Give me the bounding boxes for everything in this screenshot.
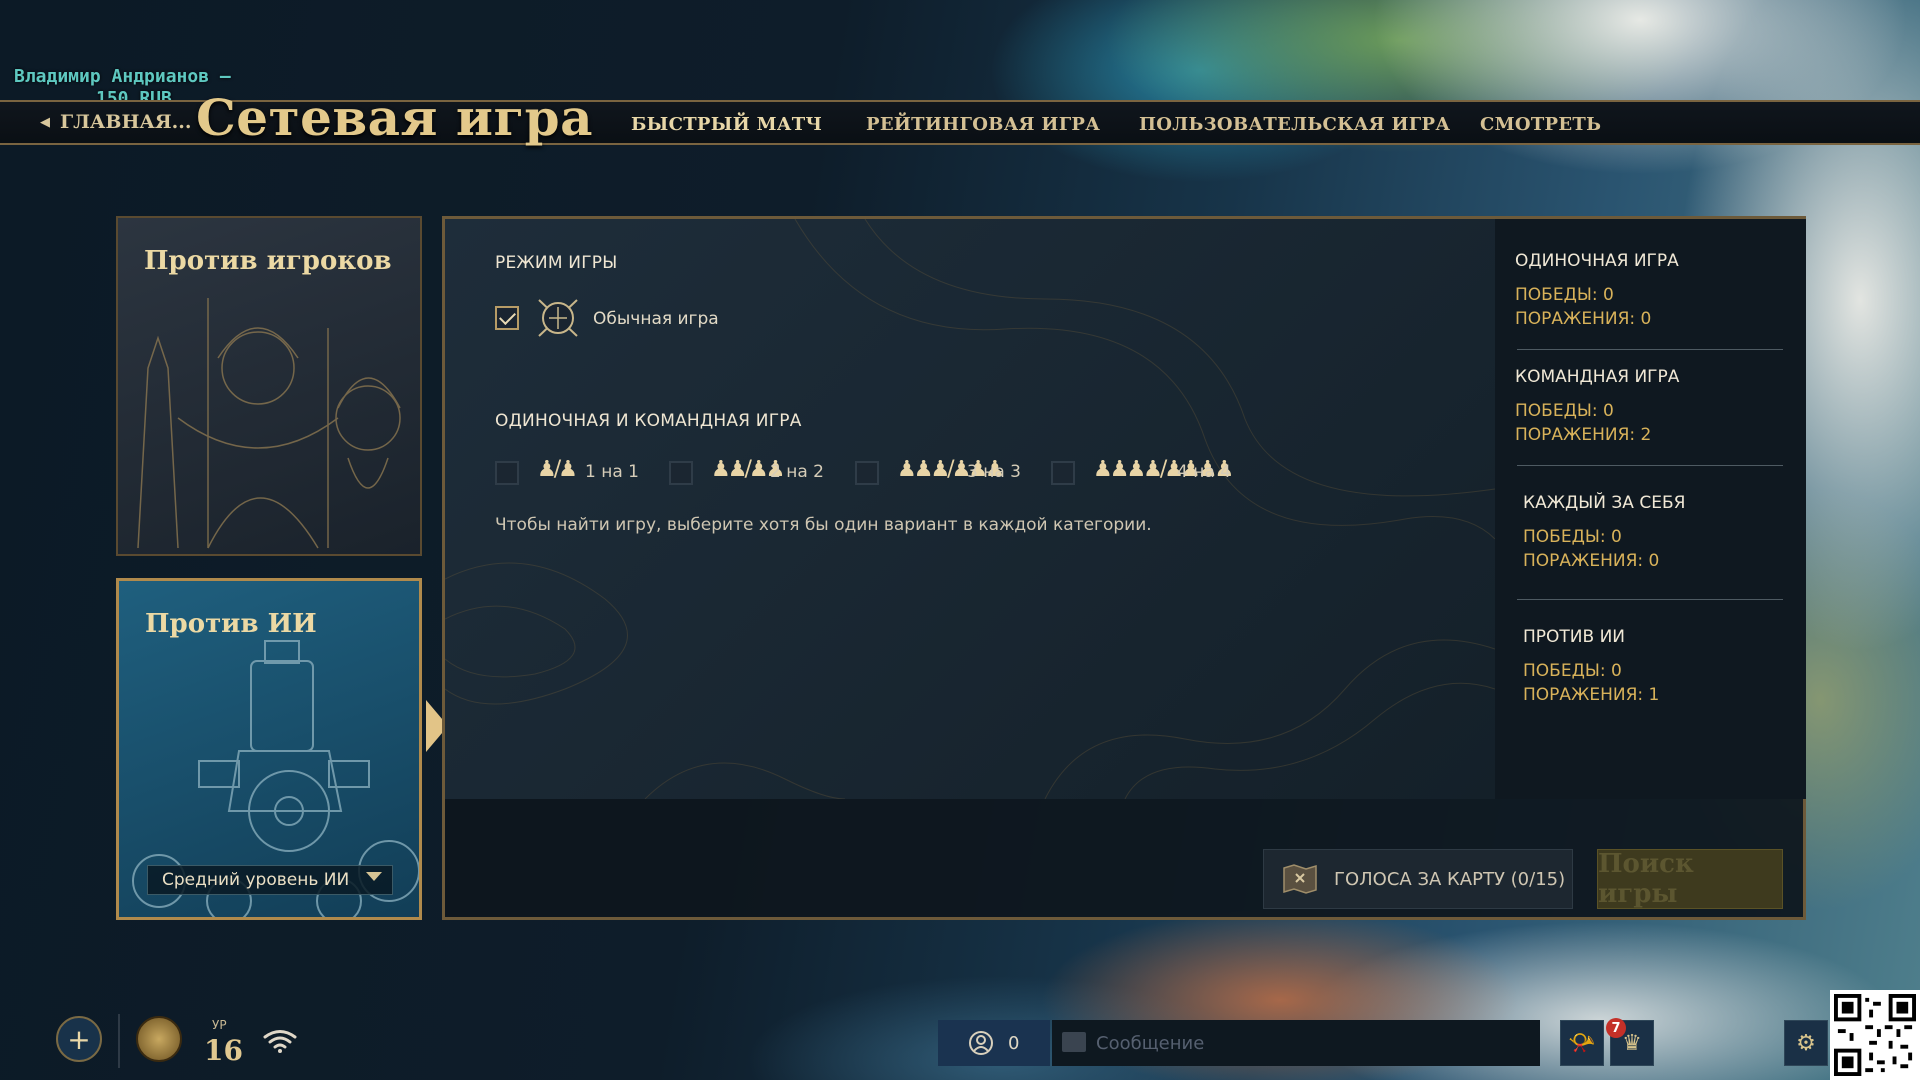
tab-custom[interactable]: ПОЛЬЗОВАТЕЛЬСКАЯ ИГРА	[1139, 114, 1450, 135]
stat-heading: ОДИНОЧНАЯ ИГРА	[1515, 251, 1679, 271]
level-label: УР	[212, 1018, 227, 1032]
3v3-label: 3 на 3	[967, 462, 1021, 482]
chat-icon	[1062, 1032, 1086, 1052]
vs-players-card[interactable]: Против игроков	[116, 216, 422, 556]
game-mode-heading: РЕЖИМ ИГРЫ	[495, 253, 618, 273]
divider	[1517, 349, 1783, 350]
tab-watch[interactable]: СМОТРЕТЬ	[1480, 114, 1601, 135]
4v4-label: 4 на 4	[1177, 462, 1231, 482]
divider	[118, 1014, 120, 1068]
divider	[1517, 465, 1783, 466]
team-size-heading: ОДИНОЧНАЯ И КОМАНДНАЯ ИГРА	[495, 411, 802, 431]
donor-name: Владимир Андрианов –	[14, 66, 231, 87]
stat-wins: ПОБЕДЫ: 0	[1523, 527, 1622, 547]
message-placeholder: Сообщение	[1096, 1032, 1205, 1054]
page-title: Сетевая игра	[196, 88, 593, 147]
back-arrow-icon: ◀	[40, 114, 50, 130]
back-button[interactable]: ◀ ГЛАВНАЯ...	[40, 111, 191, 133]
stat-heading: КАЖДЫЙ ЗА СЕБЯ	[1523, 493, 1686, 513]
divider	[1517, 599, 1783, 600]
stat-losses: ПОРАЖЕНИЯ: 0	[1523, 551, 1660, 571]
3v3-checkbox[interactable]	[855, 461, 879, 485]
1v1-checkbox[interactable]	[495, 461, 519, 485]
back-label: ГЛАВНАЯ...	[60, 111, 192, 133]
qr-code	[1830, 990, 1920, 1080]
notification-badge: 7	[1606, 1018, 1626, 1038]
vs-players-title: Против игроков	[144, 246, 392, 276]
action-bar: ГОЛОСА ЗА КАРТУ (0/15) Поиск игры	[445, 799, 1803, 917]
horn-icon: 📯	[1568, 1030, 1596, 1056]
stat-wins: ПОБЕДЫ: 0	[1515, 285, 1614, 305]
stat-losses: ПОРАЖЕНИЯ: 0	[1515, 309, 1652, 329]
friends-count: 0	[1008, 1032, 1020, 1054]
map-vote-button[interactable]: ГОЛОСА ЗА КАРТУ (0/15)	[1263, 849, 1573, 909]
settings-button[interactable]: ⚙	[1784, 1020, 1828, 1066]
map-vote-label: ГОЛОСА ЗА КАРТУ (0/15)	[1334, 868, 1566, 890]
stat-wins: ПОБЕДЫ: 0	[1515, 401, 1614, 421]
vs-ai-card[interactable]: Против ИИ Средний уровень ИИ	[116, 578, 422, 920]
1v1-label: 1 на 1	[585, 462, 639, 482]
friends-icon	[969, 1031, 993, 1055]
stat-heading: КОМАНДНАЯ ИГРА	[1515, 367, 1680, 387]
message-input[interactable]: Сообщение	[1052, 1020, 1540, 1066]
match-settings: РЕЖИМ ИГРЫ Обычная игра ОДИНОЧНАЯ И КОМА…	[445, 219, 1495, 799]
normal-game-label: Обычная игра	[593, 309, 719, 329]
4v4-checkbox[interactable]	[1051, 461, 1075, 485]
normal-game-checkbox[interactable]	[495, 306, 519, 330]
selection-hint: Чтобы найти игру, выберите хотя бы один …	[495, 515, 1152, 535]
horn-button[interactable]: 📯	[1560, 1020, 1604, 1066]
map-icon	[1283, 864, 1317, 894]
ai-difficulty-value: Средний уровень ИИ	[162, 870, 350, 890]
quick-match-panel: РЕЖИМ ИГРЫ Обычная игра ОДИНОЧНАЯ И КОМА…	[442, 216, 1806, 920]
tab-quick-match[interactable]: БЫСТРЫЙ МАТЧ	[631, 114, 822, 135]
map-contour-decoration	[445, 219, 1495, 799]
plus-icon[interactable]: +	[56, 1016, 102, 1062]
stat-heading: ПРОТИВ ИИ	[1523, 627, 1626, 647]
wifi-icon	[263, 1030, 297, 1053]
player-level: 16	[204, 1034, 243, 1067]
2v2-checkbox[interactable]	[669, 461, 693, 485]
stat-wins: ПОБЕДЫ: 0	[1523, 661, 1622, 681]
friends-button[interactable]: 0	[938, 1020, 1050, 1066]
stat-losses: ПОРАЖЕНИЯ: 2	[1515, 425, 1652, 445]
stat-losses: ПОРАЖЕНИЯ: 1	[1523, 685, 1660, 705]
people-icon: ♟/♟	[537, 457, 578, 482]
crown-icon: ♛	[1622, 1030, 1642, 1056]
vs-ai-title: Против ИИ	[145, 609, 317, 639]
2v2-label: 2 на 2	[770, 462, 824, 482]
shield-swords-icon	[538, 299, 578, 337]
stats-panel: ОДИНОЧНАЯ ИГРА ПОБЕДЫ: 0 ПОРАЖЕНИЯ: 0 КО…	[1495, 219, 1806, 799]
tab-ranked[interactable]: РЕЙТИНГОВАЯ ИГРА	[866, 114, 1100, 135]
gear-icon: ⚙	[1796, 1030, 1816, 1056]
emblem-icon[interactable]	[136, 1016, 182, 1062]
search-game-button[interactable]: Поиск игры	[1597, 849, 1783, 909]
chevron-down-icon	[366, 872, 382, 881]
ai-difficulty-select[interactable]: Средний уровень ИИ	[147, 865, 393, 895]
